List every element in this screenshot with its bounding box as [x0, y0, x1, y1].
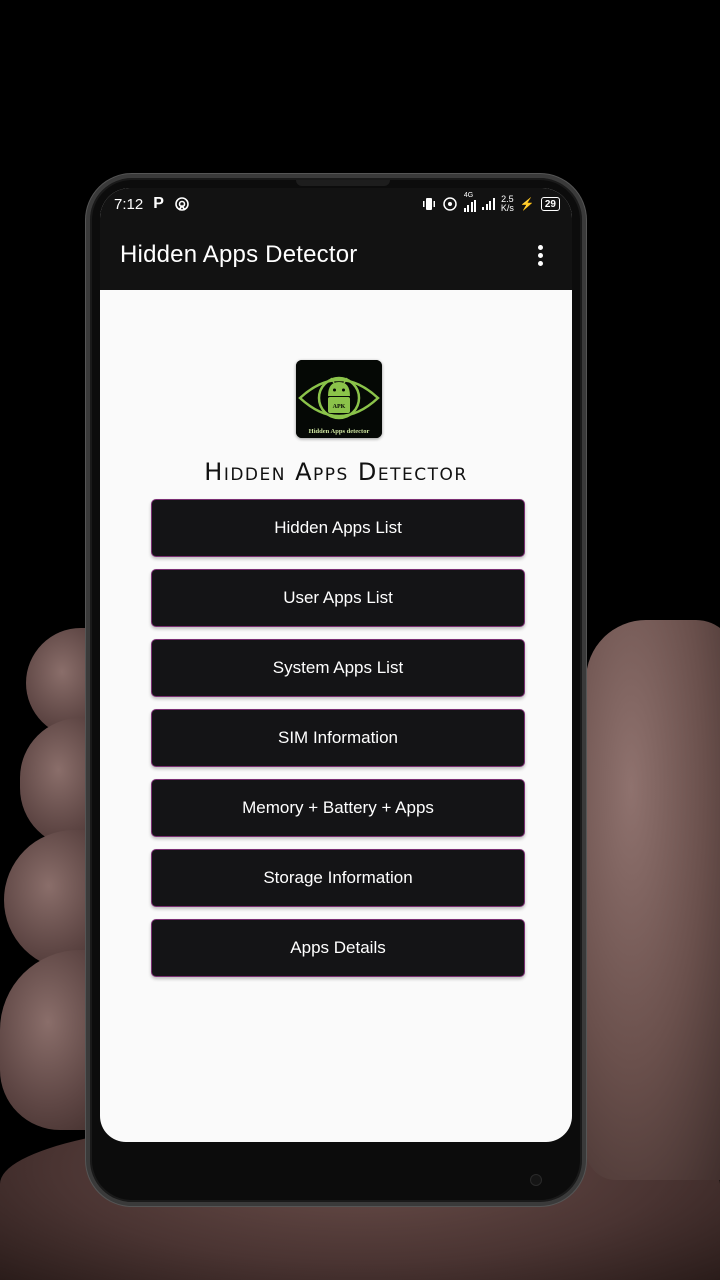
- bezel-sensor: [530, 1174, 542, 1186]
- app-title: Hidden Apps Detector: [120, 241, 358, 268]
- page-headline: Hidden Apps Detector: [204, 458, 468, 486]
- hand-thumb: [586, 620, 720, 1180]
- network-speed: 2.5 K/s: [501, 195, 514, 213]
- user-apps-list-button[interactable]: User Apps List: [151, 569, 525, 627]
- net-speed-unit: K/s: [500, 203, 514, 213]
- apps-details-button[interactable]: Apps Details: [151, 919, 525, 977]
- battery-icon: 29: [540, 197, 560, 211]
- status-time: 7:12: [114, 195, 144, 213]
- storage-information-button[interactable]: Storage Information: [151, 849, 525, 907]
- phone-notch: [296, 180, 390, 186]
- menu-button-list: Hidden Apps List User Apps List System A…: [151, 499, 525, 989]
- memory-battery-apps-button[interactable]: Memory + Battery + Apps: [151, 779, 525, 837]
- eye-android-icon: APK Hidden Apps detector: [296, 360, 382, 438]
- hotspot-icon: [174, 196, 190, 212]
- vibrate-icon: [422, 197, 436, 211]
- wifi-hotspot-icon: [442, 196, 458, 212]
- charging-icon: ⚡: [519, 197, 535, 211]
- logo-caption: Hidden Apps detector: [309, 428, 370, 435]
- phone-screen: 7:12 P 4G 2.5 K/s ⚡ 29 Hidden Apps Detec…: [100, 188, 572, 1142]
- logo-badge: APK: [333, 404, 346, 410]
- p-app-icon: P: [153, 195, 164, 212]
- app-logo: APK Hidden Apps detector: [296, 360, 382, 438]
- app-bar: Hidden Apps Detector: [100, 220, 572, 290]
- stage: 7:12 P 4G 2.5 K/s ⚡ 29 Hidden Apps Detec…: [0, 0, 720, 1280]
- network-type: 4G: [463, 192, 474, 199]
- hidden-apps-list-button[interactable]: Hidden Apps List: [151, 499, 525, 557]
- battery-level: 29: [544, 198, 556, 210]
- main-content: APK Hidden Apps detector Hidden Apps Det…: [100, 290, 572, 1142]
- signal-4g-icon: 4G: [463, 192, 477, 212]
- sim-information-button[interactable]: SIM Information: [151, 709, 525, 767]
- overflow-menu-icon[interactable]: [528, 240, 552, 270]
- system-apps-list-button[interactable]: System Apps List: [151, 639, 525, 697]
- status-bar: 7:12 P 4G 2.5 K/s ⚡ 29: [100, 188, 572, 220]
- signal-icon: [482, 198, 495, 210]
